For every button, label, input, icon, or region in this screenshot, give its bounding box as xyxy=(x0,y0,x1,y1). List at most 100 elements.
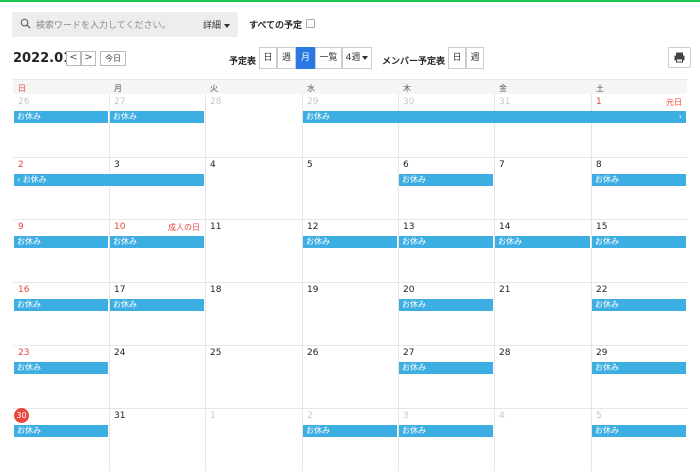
view-tab-label: 月 xyxy=(300,53,310,63)
member-view-tab-1[interactable]: 週 xyxy=(466,47,484,69)
event-bar[interactable]: ‹ お休み xyxy=(14,174,204,186)
day-cell[interactable]: 1 元日 xyxy=(591,94,687,156)
event-bar[interactable]: お休み xyxy=(592,174,686,186)
day-cell[interactable]: 2 xyxy=(302,408,398,470)
event-bar[interactable]: お休み xyxy=(399,362,493,374)
holiday-label: 成人の日 xyxy=(168,223,200,232)
all-schedules-title[interactable]: すべての予定 xyxy=(249,18,302,31)
event-title: お休み xyxy=(595,363,619,372)
day-cell[interactable]: 30 xyxy=(13,408,109,470)
day-cell[interactable]: 13 xyxy=(398,219,494,281)
day-cell[interactable]: 5 xyxy=(302,157,398,219)
view-tab-4[interactable]: 4週 xyxy=(342,47,372,69)
day-cell[interactable]: 8 xyxy=(591,157,687,219)
holiday-label: 元日 xyxy=(666,98,682,107)
event-bar[interactable]: お休み xyxy=(592,362,686,374)
day-cell[interactable]: 30 xyxy=(398,94,494,156)
day-cell[interactable]: 15 xyxy=(591,219,687,281)
day-cell[interactable]: 3 xyxy=(109,157,205,219)
refresh-icon[interactable] xyxy=(306,19,315,28)
event-bar[interactable]: お休み xyxy=(14,362,108,374)
day-number: 2 xyxy=(18,160,24,170)
detail-search-button[interactable]: 詳細 xyxy=(203,18,230,31)
event-bar[interactable]: お休み xyxy=(303,425,397,437)
day-cell[interactable]: 31 xyxy=(109,408,205,470)
event-bar[interactable]: お休み xyxy=(110,111,204,123)
event-bar[interactable]: お休み xyxy=(495,236,590,248)
event-bar[interactable]: お休み xyxy=(110,299,204,311)
day-cell[interactable]: 2 xyxy=(13,157,109,219)
today-button[interactable]: 今日 xyxy=(100,51,126,66)
day-cell[interactable]: 17 xyxy=(109,282,205,344)
view-tab-3[interactable]: 一覧 xyxy=(315,47,342,69)
event-title: お休み xyxy=(402,363,426,372)
event-title: お休み xyxy=(17,300,41,309)
day-cell[interactable]: 27 xyxy=(398,345,494,407)
day-cell[interactable]: 14 xyxy=(494,219,591,281)
search-placeholder[interactable]: 検索ワードを入力してください。 xyxy=(36,18,170,31)
event-bar[interactable]: お休み xyxy=(399,174,493,186)
day-number: 16 xyxy=(18,285,30,295)
chevron-down-icon xyxy=(362,55,369,60)
view-tab-2[interactable]: 月 xyxy=(296,47,315,69)
day-cell[interactable]: 25 xyxy=(205,345,302,407)
event-bar[interactable]: お休み xyxy=(303,236,397,248)
print-button[interactable] xyxy=(668,47,691,68)
event-bar[interactable]: お休み xyxy=(399,425,493,437)
event-bar[interactable]: お休み xyxy=(399,299,493,311)
day-cell[interactable]: 29 xyxy=(591,345,687,407)
day-cell[interactable]: 1 xyxy=(205,408,302,470)
event-title: お休み xyxy=(402,300,426,309)
view-tab-1[interactable]: 週 xyxy=(277,47,296,69)
member-view-tab-0[interactable]: 日 xyxy=(448,47,466,69)
event-bar[interactable]: お休み xyxy=(592,299,686,311)
weekday-label: 木 xyxy=(403,84,411,93)
day-cell[interactable]: 3 xyxy=(398,408,494,470)
day-cell[interactable]: 24 xyxy=(109,345,205,407)
day-cell[interactable]: 9 xyxy=(13,219,109,281)
day-number: 3 xyxy=(114,160,120,170)
weekday-label: 水 xyxy=(307,84,315,93)
day-cell[interactable]: 11 xyxy=(205,219,302,281)
event-bar[interactable]: お休み xyxy=(592,425,686,437)
day-cell[interactable]: 4 xyxy=(205,157,302,219)
event-bar[interactable]: お休み xyxy=(14,425,108,437)
event-bar[interactable]: お休み › xyxy=(303,111,686,123)
chevron-right-icon: › xyxy=(678,112,682,121)
day-cell[interactable]: 27 xyxy=(109,94,205,156)
day-cell[interactable]: 18 xyxy=(205,282,302,344)
search-box[interactable]: 検索ワードを入力してください。 詳細 xyxy=(12,12,238,37)
day-cell[interactable]: 28 xyxy=(205,94,302,156)
event-bar[interactable]: お休み xyxy=(14,299,108,311)
weekday-label: 土 xyxy=(596,84,604,93)
day-cell[interactable]: 7 xyxy=(494,157,591,219)
day-cell[interactable]: 26 xyxy=(13,94,109,156)
day-number: 6 xyxy=(403,160,409,170)
day-cell[interactable]: 19 xyxy=(302,282,398,344)
day-cell[interactable]: 26 xyxy=(302,345,398,407)
day-cell[interactable]: 29 xyxy=(302,94,398,156)
event-bar[interactable]: お休み xyxy=(14,236,108,248)
day-cell[interactable]: 16 xyxy=(13,282,109,344)
day-cell[interactable]: 10 成人の日 xyxy=(109,219,205,281)
day-cell[interactable]: 22 xyxy=(591,282,687,344)
day-number: 1 xyxy=(596,97,602,107)
day-cell[interactable]: 23 xyxy=(13,345,109,407)
event-bar[interactable]: お休み xyxy=(14,111,108,123)
day-cell[interactable]: 5 xyxy=(591,408,687,470)
view-tab-0[interactable]: 日 xyxy=(259,47,277,69)
day-number: 13 xyxy=(403,222,415,232)
next-month-button[interactable]: > xyxy=(81,51,96,66)
day-cell[interactable]: 21 xyxy=(494,282,591,344)
day-cell[interactable]: 6 xyxy=(398,157,494,219)
day-cell[interactable]: 12 xyxy=(302,219,398,281)
event-bar[interactable]: お休み xyxy=(110,236,204,248)
day-cell[interactable]: 28 xyxy=(494,345,591,407)
day-number: 27 xyxy=(403,348,415,358)
day-cell[interactable]: 31 xyxy=(494,94,591,156)
event-bar[interactable]: お休み xyxy=(592,236,686,248)
day-cell[interactable]: 4 xyxy=(494,408,591,470)
prev-month-button[interactable]: < xyxy=(66,51,81,66)
event-bar[interactable]: お休み xyxy=(399,236,493,248)
day-cell[interactable]: 20 xyxy=(398,282,494,344)
